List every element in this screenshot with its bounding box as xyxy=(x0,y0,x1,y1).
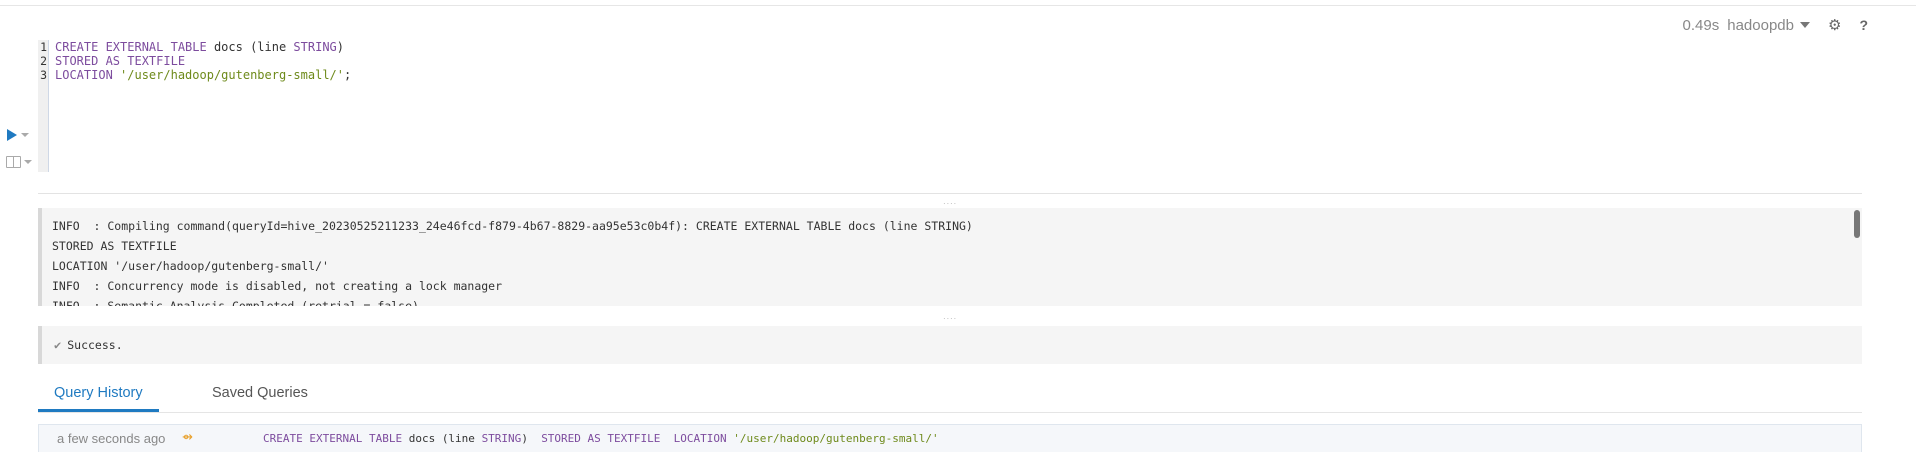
tab-query-history[interactable]: Query History xyxy=(38,384,159,412)
execute-button[interactable] xyxy=(7,129,29,141)
result-message: Success. xyxy=(67,338,123,352)
execution-time: 0.49s xyxy=(1682,16,1720,34)
code-line: LOCATION '/user/hadoop/gutenberg-small/'… xyxy=(55,68,351,82)
code-line: STORED AS TEXTFILE xyxy=(55,54,351,68)
keyword: STRING xyxy=(481,432,522,445)
line-gutter: 1 2 3 xyxy=(38,40,49,172)
resize-handle[interactable]: ∙∙∙∙ xyxy=(943,199,957,208)
play-icon xyxy=(7,129,17,141)
line-number: 3 xyxy=(40,68,47,82)
code-text: ; xyxy=(344,68,352,82)
keyword: CREATE EXTERNAL TABLE xyxy=(55,40,207,54)
status-bar: 0.49s hadoopdb ⚙ ? xyxy=(1682,16,1868,35)
editor-divider xyxy=(38,193,1862,194)
keyword: STRING xyxy=(293,40,337,54)
log-line: STORED AS TEXTFILE xyxy=(52,239,177,253)
check-icon: ✔ xyxy=(54,338,62,352)
pin-icon[interactable]: ⇴ xyxy=(182,429,193,445)
snippet-menu-button[interactable] xyxy=(6,156,32,168)
chevron-down-icon[interactable] xyxy=(21,133,29,137)
book-icon xyxy=(6,156,21,168)
log-line: LOCATION '/user/hadoop/gutenberg-small/' xyxy=(52,259,329,273)
keyword: STORED AS TEXTFILE xyxy=(55,54,186,68)
log-line: INFO : Semantic Analysis Completed (retr… xyxy=(52,299,419,306)
database-selector[interactable]: hadoopdb xyxy=(1727,17,1810,34)
result-panel: ✔ Success. xyxy=(38,326,1862,364)
string-literal: '/user/hadoop/gutenberg-small/' xyxy=(120,68,344,82)
code-area[interactable]: CREATE EXTERNAL TABLE docs (line STRING)… xyxy=(55,40,351,82)
gear-icon[interactable]: ⚙ xyxy=(1828,16,1841,34)
history-row[interactable]: a few seconds ago ⇴ CREATE EXTERNAL TABL… xyxy=(38,424,1862,452)
database-name: hadoopdb xyxy=(1727,16,1794,34)
log-scrollbar[interactable] xyxy=(1854,210,1860,238)
string-literal: '/user/hadoop/gutenberg-small/' xyxy=(733,432,939,445)
log-lines: INFO : Compiling command(queryId=hive_20… xyxy=(52,216,973,306)
keyword: LOCATION xyxy=(673,432,727,445)
keyword: STORED AS TEXTFILE xyxy=(541,432,661,445)
log-line: INFO : Concurrency mode is disabled, not… xyxy=(52,279,503,293)
code-text: docs (line xyxy=(402,432,482,445)
history-tabs: Query History Saved Queries xyxy=(38,378,1862,413)
tab-saved-queries[interactable]: Saved Queries xyxy=(196,384,324,412)
chevron-down-icon xyxy=(1799,22,1810,28)
keyword: CREATE EXTERNAL TABLE xyxy=(263,432,403,445)
keyword: LOCATION xyxy=(55,68,113,82)
history-timestamp: a few seconds ago xyxy=(57,431,166,446)
sql-editor[interactable]: 1 2 3 CREATE EXTERNAL TABLE docs (line S… xyxy=(38,40,1864,172)
log-line: INFO : Compiling command(queryId=hive_20… xyxy=(52,219,973,233)
resize-handle[interactable]: ∙∙∙∙ xyxy=(943,314,957,323)
line-number: 2 xyxy=(40,54,47,68)
top-divider xyxy=(0,5,1916,6)
code-text: ) xyxy=(521,432,542,445)
code-text: docs (line xyxy=(206,40,294,54)
history-query[interactable]: CREATE EXTERNAL TABLE docs (line STRING)… xyxy=(263,432,939,445)
code-text: ) xyxy=(336,40,345,54)
execution-log[interactable]: INFO : Compiling command(queryId=hive_20… xyxy=(38,208,1862,306)
help-icon[interactable]: ? xyxy=(1859,17,1868,33)
chevron-down-icon[interactable] xyxy=(24,160,32,164)
code-line: CREATE EXTERNAL TABLE docs (line STRING) xyxy=(55,40,351,54)
line-number: 1 xyxy=(40,40,47,54)
